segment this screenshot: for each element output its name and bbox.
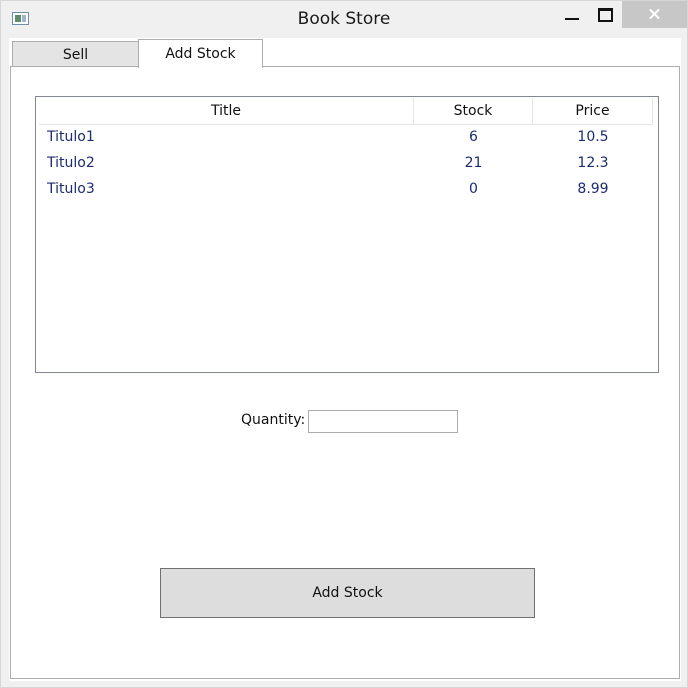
column-header-title[interactable]: Title (39, 98, 414, 124)
column-header-stock[interactable]: Stock (414, 98, 533, 124)
minimize-icon[interactable] (555, 1, 589, 28)
quantity-input[interactable] (308, 410, 458, 433)
cell-stock: 0 (469, 181, 478, 197)
app-window: Book Store Sell Add Stock Title Stock Pr… (0, 0, 688, 688)
table-header: Title Stock Price (39, 98, 653, 125)
cell-stock: 21 (464, 155, 483, 171)
table-row[interactable]: Titulo1 6 10.5 (39, 124, 653, 150)
maximize-icon[interactable] (589, 1, 621, 28)
client-area: Sell Add Stock Title Stock Price Titulo1… (9, 38, 681, 681)
add-stock-button[interactable]: Add Stock (160, 568, 535, 618)
table-row[interactable]: Titulo3 0 8.99 (39, 176, 653, 202)
quantity-label: Quantity: (241, 412, 306, 428)
tab-panel-add-stock: Title Stock Price Titulo1 6 10.5 Titulo2… (10, 66, 680, 679)
cell-title: Titulo3 (47, 181, 95, 197)
cell-price: 12.3 (577, 155, 609, 171)
cell-title: Titulo1 (47, 129, 95, 145)
books-table[interactable]: Title Stock Price Titulo1 6 10.5 Titulo2… (35, 96, 659, 373)
table-row[interactable]: Titulo2 21 12.3 (39, 150, 653, 176)
tab-sell[interactable]: Sell (12, 41, 139, 67)
table-body: Titulo1 6 10.5 Titulo2 21 12.3 Titulo3 0… (39, 124, 653, 202)
cell-price: 8.99 (577, 181, 609, 197)
cell-title: Titulo2 (47, 155, 95, 171)
tab-add-stock[interactable]: Add Stock (138, 39, 263, 68)
column-header-price[interactable]: Price (533, 98, 653, 124)
cell-price: 10.5 (577, 129, 609, 145)
close-icon[interactable] (622, 1, 687, 28)
title-bar[interactable]: Book Store (1, 1, 687, 38)
cell-stock: 6 (469, 129, 478, 145)
